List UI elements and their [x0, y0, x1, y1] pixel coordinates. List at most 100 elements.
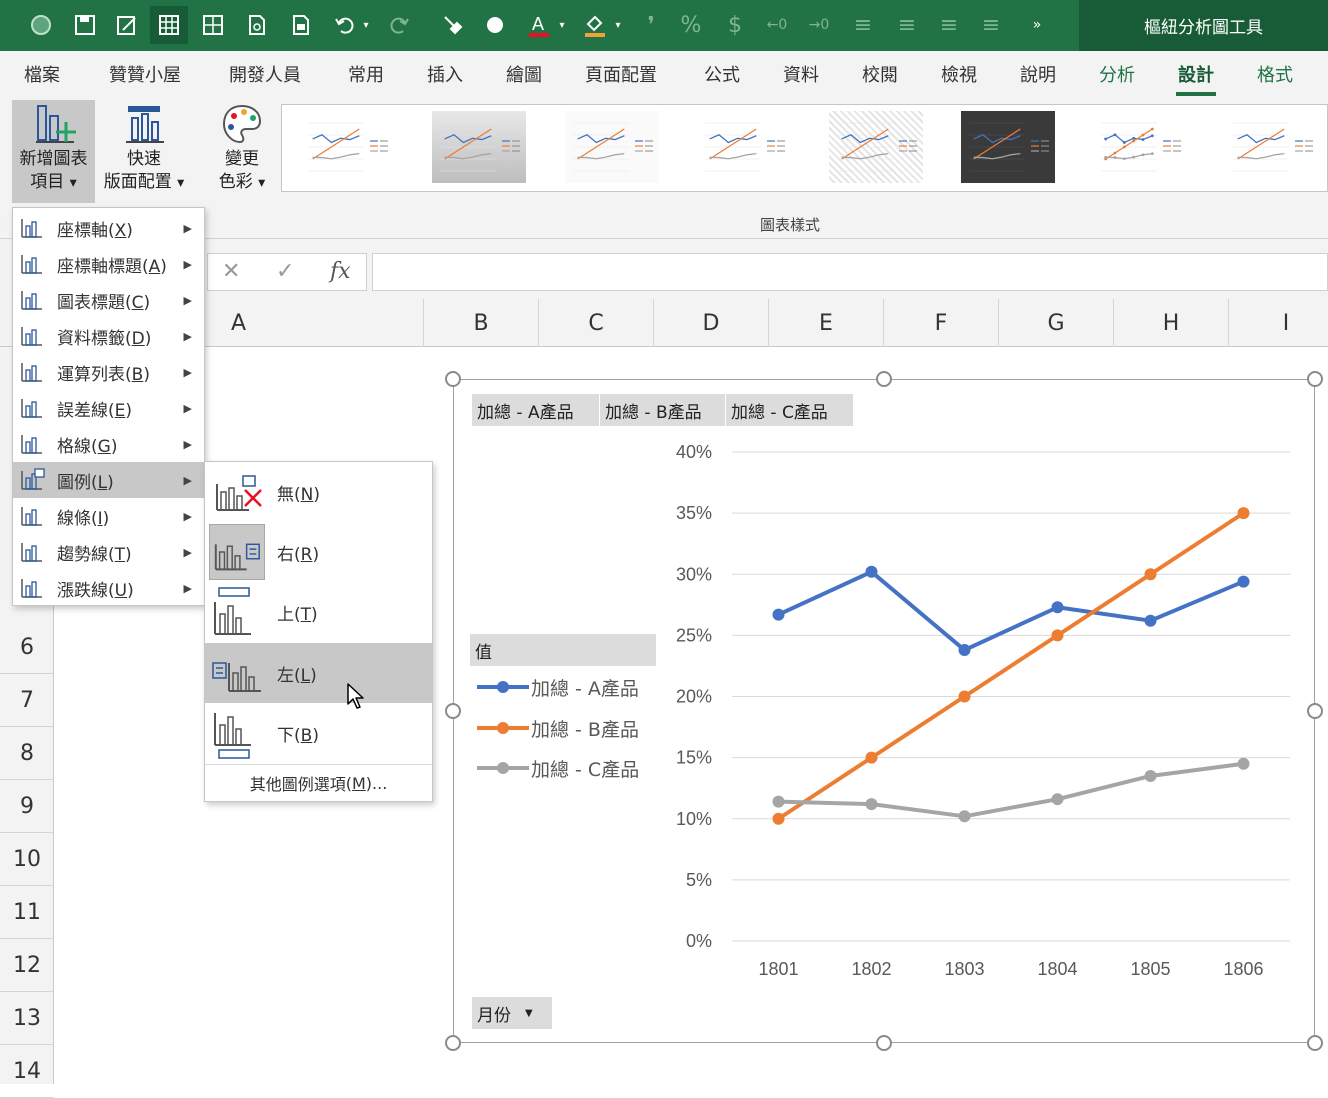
resize-handle[interactable]	[1307, 371, 1323, 387]
chart-style-preview-icon	[308, 122, 388, 172]
column-header-h[interactable]: H	[1114, 299, 1229, 347]
chart-style-6[interactable]	[961, 111, 1055, 183]
row-header[interactable]: 11	[0, 886, 54, 939]
chart-style-2[interactable]	[432, 111, 526, 183]
row-header[interactable]: 7	[0, 674, 54, 727]
tab-zanzan[interactable]: 贊贊小屋	[109, 61, 181, 87]
chart-style-preview-icon	[837, 122, 917, 172]
menu-item-lines[interactable]: 線條(I) ▶	[13, 498, 204, 534]
tab-view[interactable]: 檢視	[941, 61, 977, 87]
circle-shape-icon[interactable]	[476, 6, 514, 44]
legend-bottom-option[interactable]: 下(B)	[205, 703, 432, 763]
legend-left-label: 左(L)	[277, 666, 317, 686]
legend-left-option[interactable]: 左(L)	[205, 643, 432, 703]
row-header[interactable]: 8	[0, 727, 54, 780]
column-header-b[interactable]: B	[424, 299, 539, 347]
tab-developer[interactable]: 開發人員	[229, 61, 301, 87]
save-icon[interactable]	[66, 6, 104, 44]
font-color-dropdown-icon[interactable]: ▾	[552, 6, 572, 44]
column-header-d[interactable]: D	[654, 299, 769, 347]
resize-handle[interactable]	[445, 371, 461, 387]
document-settings-icon[interactable]	[282, 6, 320, 44]
tab-review[interactable]: 校閱	[862, 61, 898, 87]
resize-handle[interactable]	[445, 1035, 461, 1051]
menu-item-axes[interactable]: 座標軸(X) ▶	[13, 210, 204, 246]
resize-handle[interactable]	[445, 703, 461, 719]
chart-style-5[interactable]	[829, 111, 923, 183]
tab-analyze[interactable]: 分析	[1099, 61, 1135, 87]
menu-item-data-labels[interactable]: 資料標籤(D) ▶	[13, 318, 204, 354]
menu-item-chart-title[interactable]: 圖表標題(C) ▶	[13, 282, 204, 318]
tab-insert[interactable]: 插入	[427, 61, 463, 87]
row-header[interactable]: 14	[0, 1045, 54, 1098]
print-preview-icon[interactable]	[238, 6, 276, 44]
menu-item-gridlines[interactable]: 格線(G) ▶	[13, 426, 204, 462]
up-down-bars-icon	[21, 579, 42, 598]
edit-form-icon[interactable]	[108, 6, 146, 44]
menu-item-legend[interactable]: 圖例(L) ▶	[13, 462, 204, 498]
table-grid-icon[interactable]	[150, 6, 188, 44]
quick-layout-button[interactable]: 快速 版面配置 ▾	[98, 100, 190, 203]
resize-handle[interactable]	[876, 371, 892, 387]
menu-item-up-down-bars[interactable]: 漲跌線(U) ▶	[13, 570, 204, 606]
autosave-toggle-icon[interactable]	[22, 6, 60, 44]
chart-style-3[interactable]	[565, 111, 659, 183]
resize-handle[interactable]	[876, 1035, 892, 1051]
more-legend-options[interactable]: 其他圖例選項(M)...	[205, 768, 432, 798]
chart-style-1[interactable]	[300, 111, 394, 183]
change-colors-label-1: 變更	[225, 149, 259, 169]
legend-right-option[interactable]: 右(R)	[205, 522, 432, 582]
tab-format[interactable]: 格式	[1257, 61, 1293, 87]
column-header-c[interactable]: C	[539, 299, 654, 347]
format-painter-icon[interactable]	[434, 6, 472, 44]
resize-handle[interactable]	[1307, 1035, 1323, 1051]
column-header-f[interactable]: F	[884, 299, 999, 347]
column-header-e[interactable]: E	[769, 299, 884, 347]
tab-data[interactable]: 資料	[783, 61, 819, 87]
legend-left-icon	[212, 662, 261, 692]
column-header-g[interactable]: G	[999, 299, 1114, 347]
add-chart-element-button[interactable]: 新增圖表 項目 ▾	[12, 100, 95, 203]
tab-design[interactable]: 設計	[1176, 61, 1216, 96]
row-header[interactable]: 6	[0, 621, 54, 674]
tab-file[interactable]: 檔案	[24, 61, 60, 87]
chart-style-8[interactable]	[1225, 111, 1319, 183]
pivot-chart[interactable]: 加總 - A產品 加總 - B產品 加總 - C產品 值 月份 ▼ 加總 - A…	[453, 379, 1315, 1043]
cancel-icon[interactable]: ✕	[222, 259, 240, 284]
tab-help[interactable]: 說明	[1020, 61, 1056, 87]
plot-area[interactable]: 0% 5% 10% 15% 20% 25% 30% 35% 40% 1801 1802 1803 180…	[454, 380, 1316, 1044]
tab-draw[interactable]: 繪圖	[506, 61, 542, 87]
formula-input[interactable]	[372, 253, 1328, 291]
chart-style-7[interactable]	[1093, 111, 1187, 183]
resize-handle[interactable]	[1307, 703, 1323, 719]
legend-none-option[interactable]: 無(N)	[205, 462, 432, 522]
legend-submenu: 無(N) 右(R) 上(T) 左(L) 下(B) 其他圖例選項 (M) ..…	[204, 461, 433, 802]
row-header[interactable]: 12	[0, 939, 54, 992]
menu-item-trendline[interactable]: 趨勢線(T) ▶	[13, 534, 204, 570]
fill-color-dropdown-icon[interactable]: ▾	[608, 6, 628, 44]
y-tick-label: 15%	[676, 748, 712, 768]
tab-home[interactable]: 常用	[348, 61, 384, 87]
chart-style-4[interactable]	[697, 111, 791, 183]
submenu-arrow-icon: ▶	[183, 257, 192, 271]
row-header[interactable]: 13	[0, 992, 54, 1045]
legend-top-option[interactable]: 上(T)	[205, 582, 432, 642]
menu-item-data-table[interactable]: 運算列表(B) ▶	[13, 354, 204, 390]
tab-page-layout[interactable]: 頁面配置	[585, 61, 657, 87]
undo-dropdown-icon[interactable]: ▾	[356, 6, 376, 44]
submenu-arrow-icon: ▶	[183, 401, 192, 415]
menu-item-axis-titles[interactable]: 座標軸標題(A) ▶	[13, 246, 204, 282]
enter-icon[interactable]: ✓	[276, 259, 294, 284]
menu-item-error-bars[interactable]: 誤差線(E) ▶	[13, 390, 204, 426]
row-header[interactable]: 10	[0, 833, 54, 886]
svg-text:A: A	[532, 14, 544, 34]
column-header-i[interactable]: I	[1229, 299, 1328, 347]
change-colors-button[interactable]: 變更 色彩 ▾	[210, 100, 274, 203]
submenu-arrow-icon: ▶	[183, 221, 192, 235]
row-header[interactable]: 9	[0, 780, 54, 833]
data-point	[1237, 757, 1250, 770]
borders-icon[interactable]	[194, 6, 232, 44]
more-commands-icon[interactable]: »	[1018, 6, 1056, 44]
tab-formulas[interactable]: 公式	[704, 61, 740, 87]
insert-function-icon[interactable]: fx	[330, 259, 351, 284]
